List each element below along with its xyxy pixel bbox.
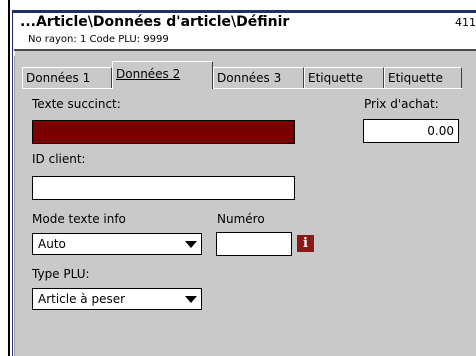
tab-donnees-3[interactable]: Données 3 [213,67,304,88]
panel-left-border [14,56,15,356]
page-subtitle: No rayon: 1 Code PLU: 9999 [28,34,169,45]
number-field[interactable] [216,232,292,256]
window-edge [8,0,10,356]
purchase-price-label: Prix d'achat: [364,97,439,111]
header-top-rule [12,10,476,13]
page-number: 411 [455,16,476,29]
client-id-label: ID client: [32,152,86,166]
tab-donnees-2[interactable]: Données 2 [112,61,213,89]
chevron-down-icon[interactable] [185,241,197,248]
short-text-label: Texte succinct: [32,97,121,111]
window-edge-inner [12,10,13,356]
tab-donnees-1[interactable]: Données 1 [22,67,112,88]
plu-type-label: Type PLU: [32,267,90,281]
plu-type-value: Article à peser [38,292,126,306]
plu-type-select[interactable]: Article à peser [32,288,202,310]
info-mode-label: Mode texte info [32,212,126,226]
info-icon[interactable]: i [297,235,314,252]
purchase-price-field[interactable]: 0.00 [363,119,459,143]
number-label: Numéro [217,212,265,226]
tab-etiquette-2[interactable]: Etiquette [384,67,462,88]
info-mode-value: Auto [38,237,66,251]
short-text-field[interactable] [32,120,295,144]
tab-etiquette-1[interactable]: Etiquette [304,67,384,88]
chevron-down-icon[interactable] [185,296,197,303]
client-id-field[interactable] [32,176,295,200]
page-title: ...Article\Données d'article\Définir [20,14,290,30]
tab-baseline [22,88,462,89]
info-mode-select[interactable]: Auto [32,233,202,255]
